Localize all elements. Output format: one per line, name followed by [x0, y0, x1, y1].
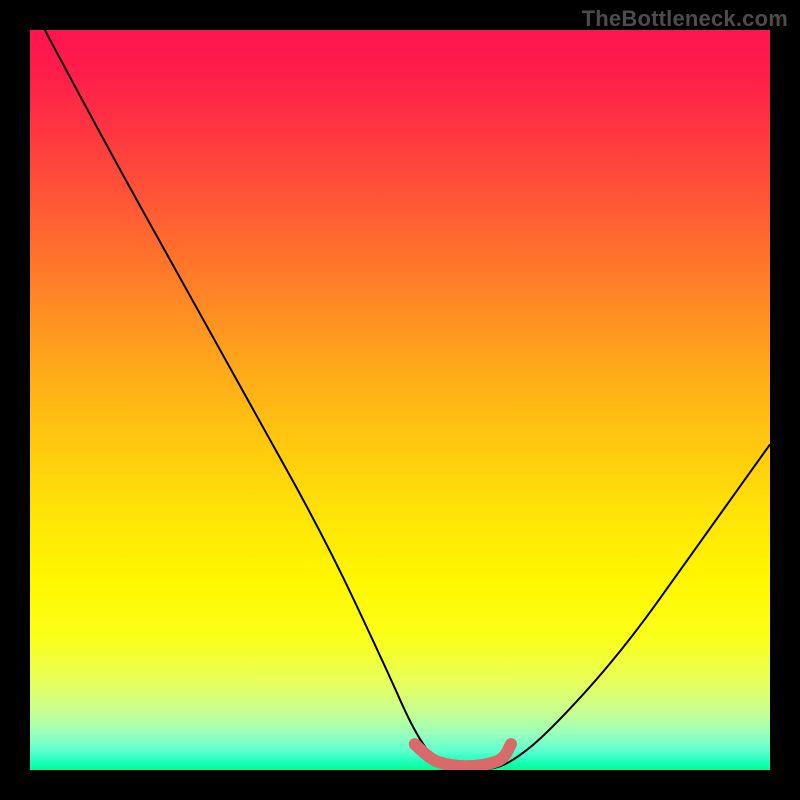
bottleneck-curve-path: [45, 30, 770, 770]
chart-svg: [30, 30, 770, 770]
chart-frame: TheBottleneck.com: [0, 0, 800, 800]
watermark-text: TheBottleneck.com: [582, 6, 788, 32]
optimal-range-marker-path: [415, 744, 511, 766]
plot-area: [30, 30, 770, 770]
